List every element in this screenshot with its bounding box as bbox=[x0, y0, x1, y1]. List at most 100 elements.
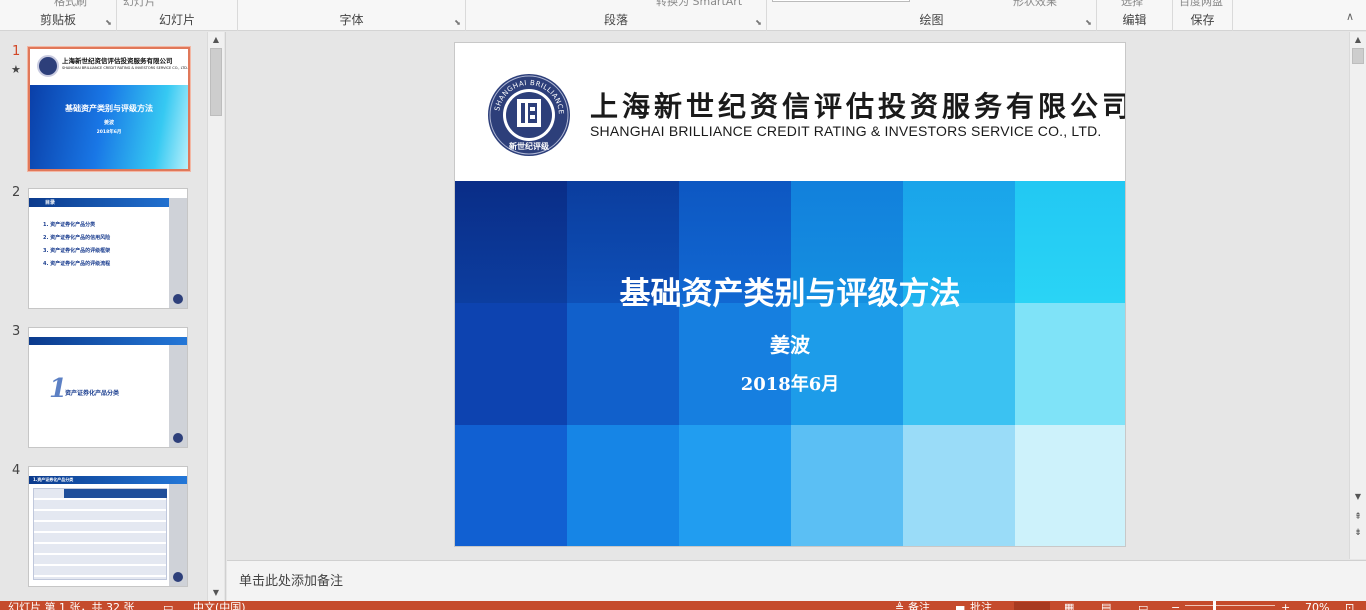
smartart-convert-label[interactable]: 转换为 SmartArt bbox=[656, 0, 742, 9]
scroll-up-icon[interactable]: ▲ bbox=[1350, 33, 1366, 47]
banner-tile bbox=[903, 303, 1015, 425]
ribbon-group-editing: 选择 编辑 bbox=[1097, 0, 1173, 31]
ribbon: 格式刷 剪贴板 ⬊ 幻灯片 幻灯片 字体 ⬊ 转换为 SmartArt 段落 ⬊… bbox=[0, 0, 1366, 31]
thumb-toc: 1. 资产证券化产品分类 2. 资产证券化产品的信用风险 3. 资产证券化产品的… bbox=[43, 219, 110, 271]
thumb-header: 上海新世纪资信评估投资服务有限公司 SHANGHAI BRILLIANCE CR… bbox=[30, 49, 188, 85]
scroll-down-icon[interactable]: ▼ bbox=[1350, 490, 1366, 504]
slide-thumbnail-pane: 1 ★ 上海新世纪资信评估投资服务有限公司 SHANGHAI BRILLIANC… bbox=[0, 32, 226, 602]
slideshow-icon[interactable]: ▭ bbox=[1138, 602, 1148, 610]
thumb-table bbox=[33, 488, 167, 580]
logo-year: 1992 bbox=[521, 130, 536, 137]
banner-tile bbox=[567, 425, 679, 546]
scroll-down-icon[interactable]: ▼ bbox=[208, 586, 224, 600]
thumb-table-header bbox=[64, 489, 167, 498]
notes-placeholder[interactable]: 单击此处添加备注 bbox=[239, 570, 343, 589]
dialog-launcher-icon[interactable]: ⬊ bbox=[754, 18, 763, 27]
thumb-side-strip bbox=[169, 484, 187, 586]
dialog-launcher-icon[interactable]: ⬊ bbox=[1084, 18, 1093, 27]
dialog-launcher-icon[interactable]: ⬊ bbox=[453, 18, 462, 27]
ribbon-group-label: 保存 bbox=[1190, 13, 1215, 27]
logo-icon bbox=[173, 433, 183, 443]
thumb-heading-bar: 目录 bbox=[29, 198, 187, 207]
company-name-cn: 上海新世纪资信评估投资服务有限公司 bbox=[590, 90, 1126, 123]
slide-date[interactable]: 2018年6月 bbox=[455, 370, 1125, 396]
collapse-ribbon-icon[interactable]: ∧ bbox=[1346, 10, 1354, 23]
banner-tile bbox=[455, 425, 567, 546]
banner-tile bbox=[679, 303, 791, 425]
banner-tile bbox=[903, 425, 1015, 546]
notes-pane[interactable]: 单击此处添加备注 bbox=[227, 560, 1366, 602]
thumb-number-4: 4 bbox=[12, 463, 21, 478]
toc-item: 4. 资产证券化产品的评级流程 bbox=[43, 261, 111, 267]
thumb-side-strip bbox=[169, 198, 187, 308]
slide-banner: 基础资产类别与评级方法 姜波 2018年6月 bbox=[455, 181, 1125, 546]
zoom-slider-thumb[interactable] bbox=[1213, 601, 1216, 610]
format-painter-label[interactable]: 格式刷 bbox=[54, 0, 87, 9]
normal-view-icon[interactable] bbox=[1014, 602, 1050, 610]
thumb-author: 姜波 bbox=[103, 120, 114, 126]
logo-bottom-text: 新世纪评级 bbox=[509, 141, 550, 151]
thumb-side-strip bbox=[169, 345, 187, 447]
slide-author[interactable]: 姜波 bbox=[455, 329, 1125, 358]
zoom-in-icon[interactable]: + bbox=[1281, 602, 1290, 610]
banner-tile bbox=[1015, 425, 1125, 546]
slide-thumbnail-1[interactable]: 上海新世纪资信评估投资服务有限公司 SHANGHAI BRILLIANCE CR… bbox=[27, 46, 191, 172]
reading-view-icon[interactable]: ▤ bbox=[1101, 602, 1111, 610]
next-slide-icon[interactable]: ⇟ bbox=[1350, 526, 1366, 540]
thumb-heading: 1.资产证券化产品分类 bbox=[33, 477, 74, 482]
thumbnail-scrollbar[interactable]: ▲ ▼ bbox=[207, 32, 224, 602]
dialog-launcher-icon[interactable]: ⬊ bbox=[104, 18, 113, 27]
comments-toggle-button[interactable]: 批注 bbox=[970, 602, 992, 610]
ribbon-group-label: 编辑 bbox=[1122, 13, 1147, 27]
language-indicator[interactable]: 中文(中国) bbox=[193, 602, 246, 610]
ribbon-group-save: 百度网盘 保存 bbox=[1173, 0, 1233, 31]
thumb-banner: 基础资产类别与评级方法 姜波 2018年6月 bbox=[30, 85, 188, 169]
zoom-out-icon[interactable]: − bbox=[1171, 602, 1180, 610]
shape-effects-label[interactable]: 形状效果 bbox=[1013, 0, 1057, 9]
zoom-level[interactable]: 70% bbox=[1305, 602, 1329, 610]
new-slide-label[interactable]: 幻灯片 bbox=[123, 0, 156, 9]
thumb-number-3: 3 bbox=[12, 324, 21, 339]
thumb-company-cn: 上海新世纪资信评估投资服务有限公司 bbox=[62, 57, 173, 65]
ribbon-group-clipboard: 格式刷 剪贴板 ⬊ bbox=[0, 0, 117, 31]
toc-item: 1. 资产证券化产品分类 bbox=[43, 222, 96, 228]
logo-icon bbox=[37, 55, 59, 77]
fit-to-window-icon[interactable]: ⊡ bbox=[1345, 602, 1354, 610]
select-label[interactable]: 选择 bbox=[1121, 0, 1143, 9]
company-name-en: SHANGHAI BRILLIANCE CREDIT RATING & INVE… bbox=[590, 123, 1102, 139]
comments-icon[interactable]: ▬ bbox=[955, 602, 965, 610]
slide-header: SHANGHAI BRILLIANCE RATING 1992 新世纪评级 上海… bbox=[455, 43, 1125, 181]
slide-sorter-icon[interactable]: ▦ bbox=[1064, 602, 1074, 610]
scrollbar-thumb[interactable] bbox=[1352, 48, 1364, 64]
slide-title[interactable]: 基础资产类别与评级方法 bbox=[455, 268, 1125, 313]
logo-icon bbox=[173, 294, 183, 304]
slide-thumbnail-3[interactable]: 1 资产证券化产品分类 bbox=[28, 327, 188, 448]
banner-tile bbox=[567, 303, 679, 425]
ribbon-group-drawing: 形状效果 绘图 ⬊ bbox=[767, 0, 1097, 31]
editor-scrollbar[interactable]: ▲ ▼ ⇞ ⇟ bbox=[1349, 32, 1366, 559]
thumb-number-1: 1 bbox=[12, 44, 21, 59]
previous-slide-icon[interactable]: ⇞ bbox=[1350, 510, 1366, 524]
ribbon-group-label: 绘图 bbox=[919, 13, 944, 27]
slide-thumbnail-2[interactable]: 目录 1. 资产证券化产品分类 2. 资产证券化产品的信用风险 3. 资产证券化… bbox=[28, 188, 188, 309]
slide-thumbnail-4[interactable]: 1.资产证券化产品分类 bbox=[28, 466, 188, 587]
notes-toggle-icon[interactable]: ≜ bbox=[895, 602, 904, 610]
thumb-heading-bar: 1.资产证券化产品分类 bbox=[29, 476, 187, 484]
current-slide[interactable]: SHANGHAI BRILLIANCE RATING 1992 新世纪评级 上海… bbox=[454, 42, 1126, 547]
banner-tile bbox=[455, 303, 567, 425]
thumb-date: 2018年6月 bbox=[96, 130, 122, 135]
ribbon-group-paragraph: 转换为 SmartArt 段落 ⬊ bbox=[466, 0, 767, 31]
ribbon-group-label: 字体 bbox=[339, 13, 364, 27]
ribbon-group-font: 字体 ⬊ bbox=[238, 0, 466, 31]
shape-gallery[interactable] bbox=[772, 0, 910, 2]
scrollbar-thumb[interactable] bbox=[210, 48, 222, 116]
zoom-slider[interactable] bbox=[1185, 605, 1275, 606]
notes-toggle-button[interactable]: 备注 bbox=[908, 602, 930, 610]
ribbon-group-label: 剪贴板 bbox=[39, 13, 76, 27]
spell-check-icon[interactable]: ▭ bbox=[163, 602, 173, 610]
thumb-title: 基础资产类别与评级方法 bbox=[65, 104, 153, 113]
baidu-netdisk-label[interactable]: 百度网盘 bbox=[1179, 0, 1223, 9]
ribbon-group-label: 段落 bbox=[603, 13, 628, 27]
toc-item: 2. 资产证券化产品的信用风险 bbox=[43, 235, 111, 241]
scroll-up-icon[interactable]: ▲ bbox=[208, 33, 224, 47]
